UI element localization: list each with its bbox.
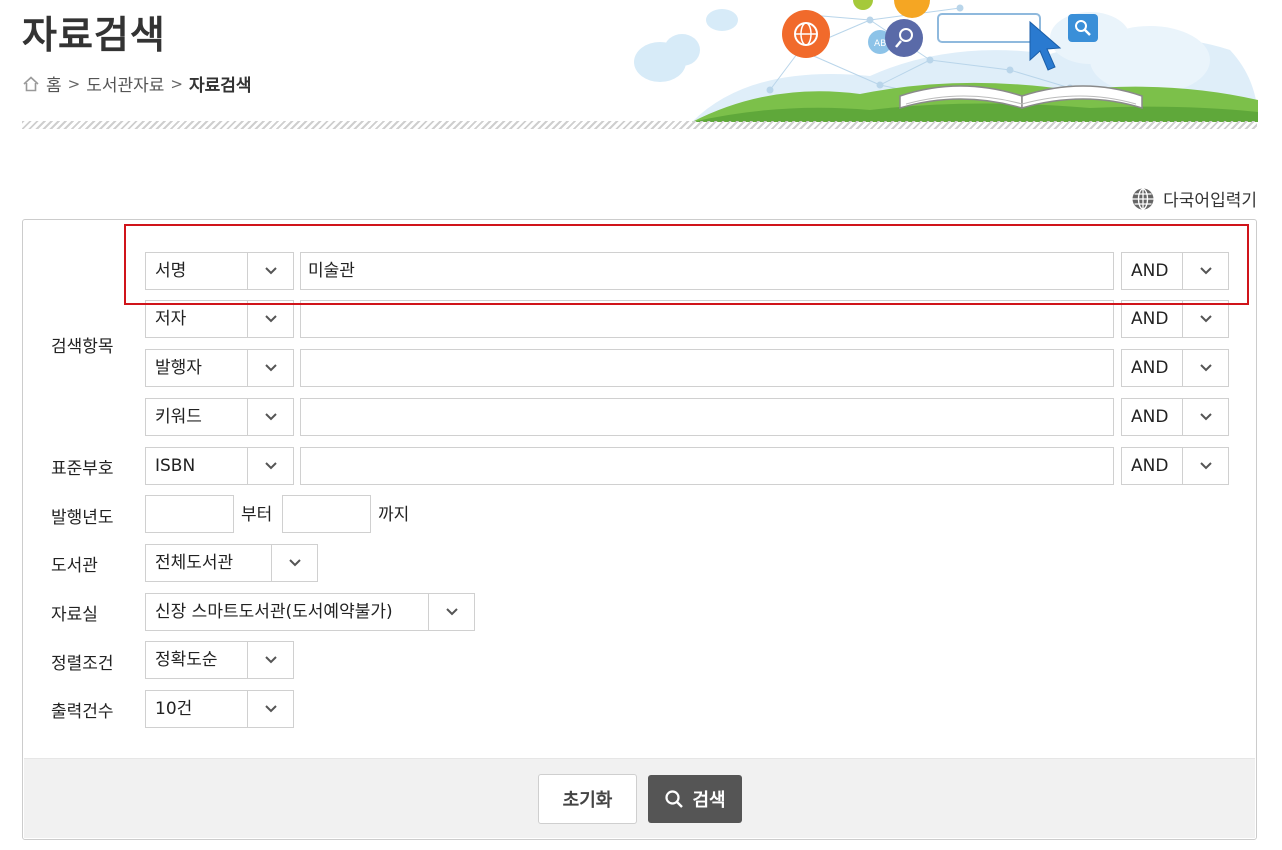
field-select-2[interactable]: 저자: [145, 300, 294, 338]
globe-icon: [1132, 187, 1154, 210]
chevron-down-icon[interactable]: [247, 448, 293, 484]
chevron-down-icon[interactable]: [1182, 350, 1228, 386]
standard-number-select[interactable]: ISBN: [145, 447, 294, 485]
standard-number-input[interactable]: [300, 447, 1114, 485]
search-input-2[interactable]: [300, 300, 1114, 338]
sort-select-value: 정확도순: [155, 650, 218, 670]
search-button-label: 검색: [692, 790, 726, 811]
chevron-down-icon[interactable]: [1182, 301, 1228, 337]
pub-year-from-suffix: 부터: [241, 505, 273, 525]
chevron-down-icon[interactable]: [247, 350, 293, 386]
operator-select-value: AND: [1131, 358, 1169, 378]
operator-select-value: AND: [1131, 407, 1169, 427]
pub-year-from-input[interactable]: [145, 495, 234, 533]
operator-select-4[interactable]: AND: [1121, 398, 1229, 436]
multilang-label: 다국어입력기: [1163, 191, 1257, 211]
chevron-down-icon[interactable]: [271, 545, 317, 581]
chevron-down-icon[interactable]: [428, 594, 474, 630]
room-select[interactable]: 신장 스마트도서관(도서예약불가): [145, 593, 475, 631]
chevron-down-icon[interactable]: [1182, 448, 1228, 484]
chevron-down-icon[interactable]: [247, 399, 293, 435]
chevron-down-icon[interactable]: [247, 642, 293, 678]
standard-number-select-value: ISBN: [155, 456, 196, 476]
library-select-value: 전체도서관: [155, 553, 234, 573]
chevron-down-icon[interactable]: [247, 691, 293, 727]
field-select-value: 저자: [155, 309, 187, 329]
sort-select[interactable]: 정확도순: [145, 641, 294, 679]
operator-select-2[interactable]: AND: [1121, 300, 1229, 338]
svg-text:AB: AB: [874, 39, 886, 49]
field-select-4[interactable]: 키워드: [145, 398, 294, 436]
pub-year-to-input[interactable]: [282, 495, 371, 533]
room-label: 자료실: [51, 605, 98, 625]
pub-year-label: 발행년도: [51, 508, 114, 528]
breadcrumb-home[interactable]: 홈: [46, 71, 62, 96]
operator-select-value: AND: [1131, 456, 1169, 476]
field-select-value: 발행자: [155, 358, 202, 378]
search-button[interactable]: 검색: [648, 775, 742, 823]
operator-select-5[interactable]: AND: [1121, 447, 1229, 485]
header-divider: [22, 121, 1257, 129]
operator-select-3[interactable]: AND: [1121, 349, 1229, 387]
search-input-4[interactable]: [300, 398, 1114, 436]
breadcrumb-section[interactable]: 도서관자료: [86, 71, 164, 96]
chevron-down-icon[interactable]: [1182, 399, 1228, 435]
chevron-down-icon[interactable]: [247, 301, 293, 337]
breadcrumb: 홈 > 도서관자료 > 자료검색: [22, 71, 252, 96]
library-select[interactable]: 전체도서관: [145, 544, 318, 582]
field-select-3[interactable]: 발행자: [145, 349, 294, 387]
count-select-value: 10건: [155, 699, 193, 719]
breadcrumb-separator: >: [67, 74, 81, 93]
highlight-box: [124, 224, 1249, 305]
breadcrumb-current: 자료검색: [189, 76, 252, 96]
room-select-value: 신장 스마트도서관(도서예약불가): [155, 602, 393, 622]
page-title: 자료검색: [22, 13, 166, 57]
library-label: 도서관: [51, 556, 98, 576]
header-banner-illustration: AB: [634, 0, 1258, 122]
standard-number-label: 표준부호: [51, 459, 114, 479]
pub-year-to-suffix: 까지: [378, 505, 410, 525]
search-icon: [665, 790, 684, 808]
breadcrumb-separator: >: [170, 74, 183, 93]
sort-label: 정렬조건: [51, 654, 114, 674]
multilang-input-button[interactable]: 다국어입력기: [1131, 186, 1257, 211]
panel-footer: [24, 758, 1255, 838]
operator-select-value: AND: [1131, 309, 1169, 329]
reset-button[interactable]: 초기화: [538, 774, 637, 824]
search-items-label: 검색항목: [51, 337, 114, 357]
count-label: 출력건수: [51, 702, 114, 722]
field-select-value: 키워드: [155, 407, 202, 427]
search-input-3[interactable]: [300, 349, 1114, 387]
count-select[interactable]: 10건: [145, 690, 294, 728]
home-icon[interactable]: [22, 75, 40, 93]
